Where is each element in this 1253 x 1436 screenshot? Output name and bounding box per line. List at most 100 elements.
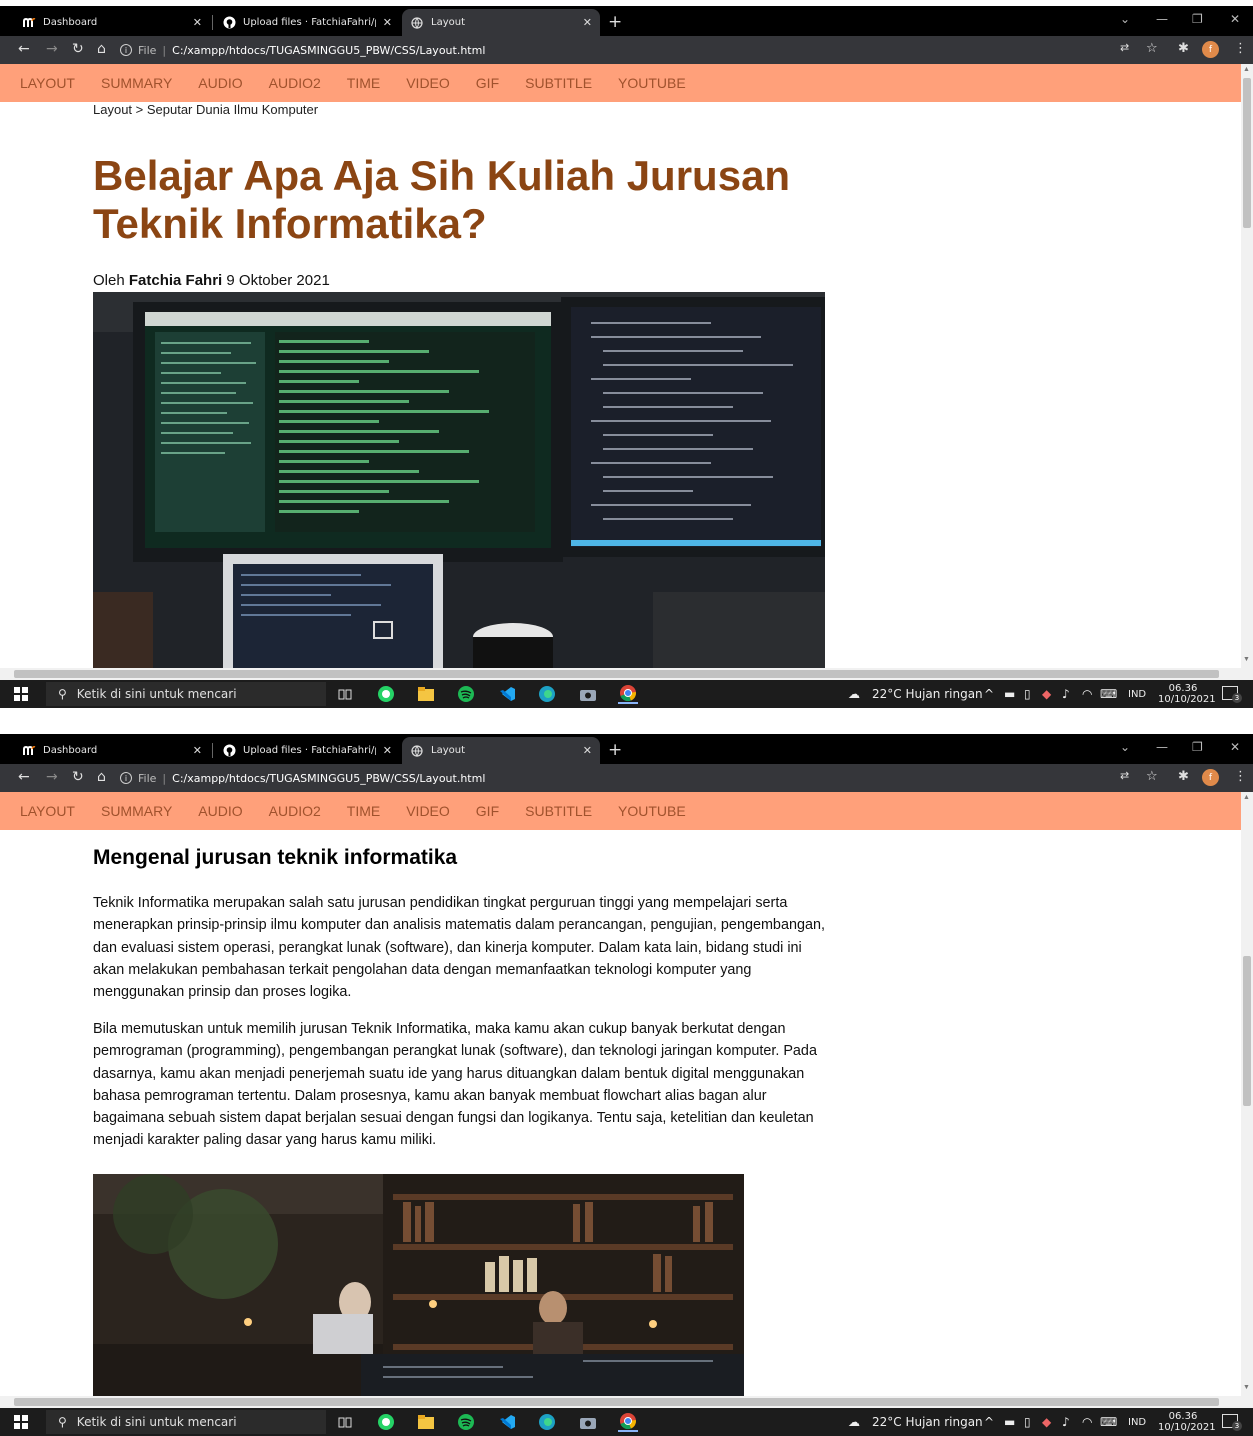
extensions-icon[interactable]: ✱ (1178, 769, 1189, 784)
vertical-scrollbar[interactable]: ▲ ▼ (1241, 792, 1253, 1396)
maximize-icon[interactable]: ❐ (1192, 12, 1203, 26)
device-icon[interactable]: ▯ (1024, 687, 1031, 701)
tab-github[interactable]: Upload files · FatchiaFahri/pemr ✕ (214, 737, 400, 764)
nav-youtube[interactable]: YOUTUBE (618, 75, 686, 91)
camera-icon[interactable] (578, 684, 598, 704)
taskbar-search[interactable]: ⚲ Ketik di sini untuk mencari (46, 682, 326, 706)
chrome-icon[interactable] (618, 1412, 638, 1432)
weather-icon[interactable]: ☁ (848, 687, 860, 701)
horizontal-scrollbar[interactable] (0, 668, 1241, 680)
nav-audio2[interactable]: AUDIO2 (269, 803, 321, 819)
home-icon[interactable]: ⌂ (97, 769, 106, 785)
translate-icon[interactable]: ⇄ (1120, 769, 1129, 782)
horizontal-scrollbar[interactable] (0, 1396, 1241, 1408)
close-icon[interactable]: ✕ (193, 744, 202, 757)
whatsapp-icon[interactable] (376, 1412, 396, 1432)
nav-time[interactable]: TIME (347, 803, 380, 819)
address-url[interactable]: C:/xampp/htdocs/TUGASMINGGU5_PBW/CSS/Lay… (172, 44, 485, 57)
forward-icon[interactable]: → (46, 41, 58, 57)
whatsapp-icon[interactable] (376, 684, 396, 704)
close-icon[interactable]: ✕ (583, 744, 592, 757)
tray-chevron-icon[interactable]: ^ (984, 1415, 994, 1429)
tray-chevron-icon[interactable]: ^ (984, 687, 994, 701)
reload-icon[interactable]: ↻ (72, 769, 84, 785)
nav-video[interactable]: VIDEO (406, 75, 450, 91)
tab-dashboard[interactable]: Dashboard ✕ (14, 9, 210, 36)
scroll-thumb[interactable] (14, 1398, 1219, 1406)
weather-text[interactable]: 22°C Hujan ringan (872, 687, 983, 701)
home-icon[interactable]: ⌂ (97, 41, 106, 57)
chrome-icon[interactable] (618, 684, 638, 704)
nav-subtitle[interactable]: SUBTITLE (525, 803, 592, 819)
tab-layout[interactable]: Layout ✕ (402, 737, 600, 764)
minimize-icon[interactable]: — (1156, 740, 1168, 754)
language-indicator[interactable]: IND (1128, 689, 1146, 700)
windows-start-icon[interactable] (14, 687, 28, 701)
task-view-icon[interactable] (335, 684, 355, 704)
vertical-scrollbar[interactable]: ▲ ▼ (1241, 64, 1253, 668)
nav-layout[interactable]: LAYOUT (20, 803, 75, 819)
scroll-thumb[interactable] (14, 670, 1219, 678)
system-clock[interactable]: 06.36 10/10/2021 (1158, 683, 1216, 705)
nav-audio[interactable]: AUDIO (198, 803, 242, 819)
close-icon[interactable]: ✕ (583, 16, 592, 29)
close-icon[interactable]: ✕ (383, 744, 392, 757)
extensions-icon[interactable]: ✱ (1178, 41, 1189, 56)
task-view-icon[interactable] (335, 1412, 355, 1432)
minimize-icon[interactable]: — (1156, 12, 1168, 26)
antivirus-icon[interactable]: ◆ (1042, 687, 1051, 701)
battery-icon[interactable]: ▬ (1004, 687, 1015, 701)
nav-audio[interactable]: AUDIO (198, 75, 242, 91)
nav-gif[interactable]: GIF (476, 803, 499, 819)
keyboard-icon[interactable]: ⌨ (1100, 687, 1117, 701)
nav-gif[interactable]: GIF (476, 75, 499, 91)
nav-video[interactable]: VIDEO (406, 803, 450, 819)
close-icon[interactable]: ✕ (193, 16, 202, 29)
weather-icon[interactable]: ☁ (848, 1415, 860, 1429)
tab-dashboard[interactable]: Dashboard ✕ (14, 737, 210, 764)
keyboard-icon[interactable]: ⌨ (1100, 1415, 1117, 1429)
wifi-icon[interactable]: ◠ (1082, 687, 1092, 701)
window-close-icon[interactable]: ✕ (1230, 740, 1240, 754)
address-bar[interactable]: i File | C:/xampp/htdocs/TUGASMINGGU5_PB… (120, 39, 1110, 61)
nav-youtube[interactable]: YOUTUBE (618, 803, 686, 819)
window-close-icon[interactable]: ✕ (1230, 12, 1240, 26)
vscode-icon[interactable] (497, 684, 517, 704)
reload-icon[interactable]: ↻ (72, 41, 84, 57)
menu-kebab-icon[interactable]: ⋮ (1234, 41, 1247, 56)
scroll-thumb[interactable] (1243, 78, 1251, 228)
profile-avatar[interactable]: f (1202, 769, 1219, 786)
file-explorer-icon[interactable] (416, 1412, 436, 1432)
edge-icon[interactable] (537, 684, 557, 704)
menu-kebab-icon[interactable]: ⋮ (1234, 769, 1247, 784)
volume-icon[interactable]: ♪ (1062, 687, 1070, 701)
language-indicator[interactable]: IND (1128, 1417, 1146, 1428)
info-icon[interactable]: i (120, 44, 132, 56)
forward-icon[interactable]: → (46, 769, 58, 785)
spotify-icon[interactable] (456, 684, 476, 704)
edge-icon[interactable] (537, 1412, 557, 1432)
nav-audio2[interactable]: AUDIO2 (269, 75, 321, 91)
spotify-icon[interactable] (456, 1412, 476, 1432)
nav-summary[interactable]: SUMMARY (101, 75, 172, 91)
back-icon[interactable]: ← (18, 41, 30, 57)
new-tab-icon[interactable]: + (608, 12, 622, 32)
address-url[interactable]: C:/xampp/htdocs/TUGASMINGGU5_PBW/CSS/Lay… (172, 772, 485, 785)
battery-icon[interactable]: ▬ (1004, 1415, 1015, 1429)
close-icon[interactable]: ✕ (383, 16, 392, 29)
file-explorer-icon[interactable] (416, 684, 436, 704)
volume-icon[interactable]: ♪ (1062, 1415, 1070, 1429)
translate-icon[interactable]: ⇄ (1120, 41, 1129, 54)
nav-time[interactable]: TIME (347, 75, 380, 91)
taskbar-search[interactable]: ⚲ Ketik di sini untuk mencari (46, 1410, 326, 1434)
new-tab-icon[interactable]: + (608, 740, 622, 760)
profile-avatar[interactable]: f (1202, 41, 1219, 58)
nav-summary[interactable]: SUMMARY (101, 803, 172, 819)
maximize-icon[interactable]: ❐ (1192, 740, 1203, 754)
notification-icon[interactable]: 3 (1222, 686, 1242, 703)
tab-search-icon[interactable]: ⌄ (1120, 12, 1130, 26)
vscode-icon[interactable] (497, 1412, 517, 1432)
info-icon[interactable]: i (120, 772, 132, 784)
tab-layout[interactable]: Layout ✕ (402, 9, 600, 36)
scroll-thumb[interactable] (1243, 956, 1251, 1106)
